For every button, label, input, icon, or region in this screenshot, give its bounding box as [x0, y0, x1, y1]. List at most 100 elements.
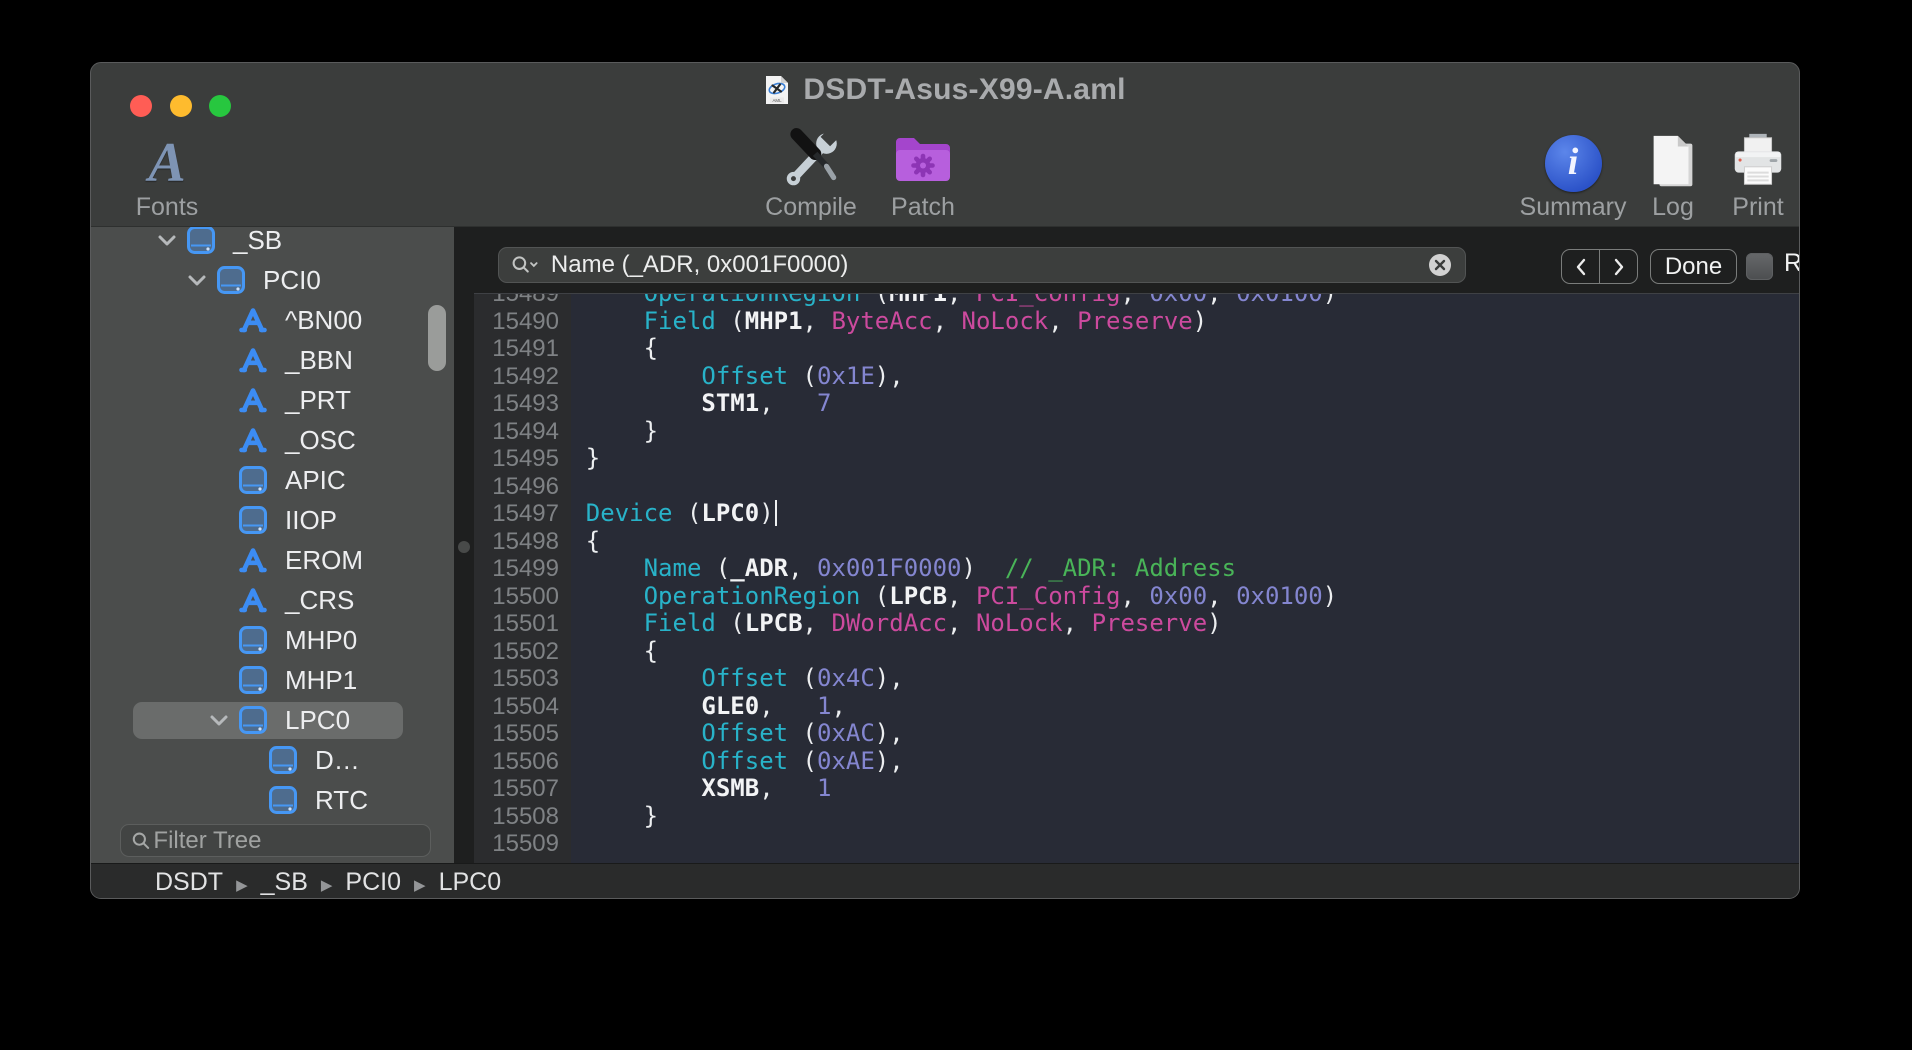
code-line[interactable]: } [528, 803, 1800, 831]
tree-item-MHP1[interactable]: MHP1 [91, 660, 454, 700]
code-line[interactable]: { [528, 335, 1800, 363]
chevron-right-icon [1611, 257, 1627, 277]
tree-item-MHP0[interactable]: MHP0 [91, 620, 454, 660]
tree-item-label: PCI0 [263, 265, 321, 296]
fonts-icon: A [148, 134, 185, 192]
chevron-spacer [206, 467, 232, 493]
chevron-spacer [236, 747, 262, 773]
tree-item-label: _BBN [285, 345, 353, 376]
search-icon [131, 830, 151, 852]
code-line[interactable]: } [528, 445, 1800, 473]
breadcrumb-separator-icon: ▶ [236, 877, 248, 894]
breadcrumb-item-PCI0[interactable]: PCI0 [345, 868, 401, 896]
breadcrumb-item-_SB[interactable]: _SB [261, 868, 308, 896]
method-icon [238, 545, 268, 575]
code-line[interactable]: STM1, 7 [528, 390, 1800, 418]
tree-item-_BBN[interactable]: _BBN [91, 340, 454, 380]
tree-item-PCI0[interactable]: PCI0 [91, 260, 454, 300]
chevron-spacer [206, 547, 232, 573]
method-icon [238, 345, 268, 375]
code-line[interactable]: Offset (0x1E), [528, 363, 1800, 391]
clear-search-icon[interactable] [1427, 252, 1453, 278]
fonts-button[interactable]: A Fonts [92, 134, 242, 222]
filter-tree-box [120, 824, 431, 857]
find-previous-button[interactable] [1562, 250, 1600, 283]
text-cursor [775, 500, 778, 526]
code-line[interactable]: Field (MHP1, ByteAcc, NoLock, Preserve) [528, 308, 1800, 336]
compile-tools-icon [778, 126, 844, 192]
device-icon [238, 625, 268, 655]
patch-folder-icon [891, 128, 955, 192]
code-line[interactable]: Device (LPC0) [528, 500, 1800, 528]
done-button[interactable]: Done [1650, 249, 1737, 284]
tree-item-EROM[interactable]: EROM [91, 540, 454, 580]
code-line[interactable]: Offset (0x4C), [528, 665, 1800, 693]
patch-label: Patch [891, 193, 955, 222]
chevron-spacer [206, 587, 232, 613]
code-line[interactable]: OperationRegion (LPCB, PCI_Config, 0x00,… [528, 583, 1800, 611]
tree-item-label: ^BN00 [285, 305, 362, 336]
sidebar-scrollbar[interactable] [428, 305, 446, 371]
replace-checkbox[interactable] [1746, 253, 1773, 280]
device-icon [238, 505, 268, 535]
tree-item-_SB[interactable]: _SB [91, 226, 454, 260]
code-line[interactable]: } [528, 418, 1800, 446]
code-line[interactable]: Offset (0xAE), [528, 748, 1800, 776]
filter-tree-input[interactable] [151, 826, 420, 856]
find-input[interactable] [549, 250, 1427, 280]
print-button[interactable]: Print [1683, 130, 1800, 222]
code-line[interactable]: { [528, 638, 1800, 666]
method-icon [238, 385, 268, 415]
chevron-spacer [236, 787, 262, 813]
code-line[interactable]: OperationRegion (MHP1, PCI_Config, 0x00,… [528, 294, 1800, 308]
tree-item-RTC[interactable]: RTC [91, 780, 454, 820]
breadcrumb-item-DSDT[interactable]: DSDT [155, 868, 223, 896]
breadcrumb-bar: DSDT▶_SB▶PCI0▶LPC0 [91, 863, 1799, 899]
code-line[interactable]: GLE0, 1, [528, 693, 1800, 721]
code-line[interactable] [528, 830, 1800, 858]
tree-item-APIC[interactable]: APIC [91, 460, 454, 500]
code-editor[interactable]: 1548915490154911549215493154941549515496… [474, 294, 1800, 864]
pane-splitter[interactable] [454, 226, 474, 863]
tree-item-label: IIOP [285, 505, 337, 536]
breadcrumb-item-LPC0[interactable]: LPC0 [439, 868, 502, 896]
chevron-left-icon [1573, 257, 1589, 277]
code-line[interactable]: Offset (0xAC), [528, 720, 1800, 748]
code-line[interactable]: XSMB, 1 [528, 775, 1800, 803]
tree-item-LPC0[interactable]: LPC0 [91, 700, 454, 740]
splitter-handle[interactable] [458, 541, 470, 553]
aml-document-icon: AML [764, 75, 790, 105]
tree-item-_OSC[interactable]: _OSC [91, 420, 454, 460]
find-next-button[interactable] [1600, 250, 1637, 283]
chevron-down-icon[interactable] [154, 227, 180, 253]
tree-item-^BN00[interactable]: ^BN00 [91, 300, 454, 340]
method-icon [238, 425, 268, 455]
find-bar: Done Replace [474, 227, 1800, 294]
editor-panel: Done Replace 154891549015491154921549315… [474, 226, 1800, 863]
patch-button[interactable]: Patch [848, 128, 998, 222]
chevron-spacer [206, 347, 232, 373]
tree-item-label: EROM [285, 545, 363, 576]
breadcrumb: DSDT▶_SB▶PCI0▶LPC0 [155, 868, 501, 897]
tree-item-_CRS[interactable]: _CRS [91, 580, 454, 620]
tree-item-label: LPC0 [285, 705, 350, 736]
device-icon [216, 265, 246, 295]
chevron-down-icon[interactable] [206, 707, 232, 733]
titlebar: AML DSDT-Asus-X99-A.aml [91, 63, 1799, 109]
device-icon [268, 745, 298, 775]
code-line[interactable]: Name (_ADR, 0x001F0000) // _ADR: Address [528, 555, 1800, 583]
find-field [498, 247, 1466, 283]
method-icon [238, 305, 268, 335]
svg-text:AML: AML [773, 98, 783, 103]
fonts-label: Fonts [136, 193, 199, 222]
search-menu-icon[interactable] [511, 254, 540, 276]
tree-item-IIOP[interactable]: IIOP [91, 500, 454, 540]
chevron-down-icon[interactable] [184, 267, 210, 293]
chevron-spacer [206, 307, 232, 333]
code-line[interactable] [528, 473, 1800, 501]
tree-item-label: RTC [315, 785, 368, 816]
code-line[interactable]: { [528, 528, 1800, 556]
code-line[interactable]: Field (LPCB, DWordAcc, NoLock, Preserve) [528, 610, 1800, 638]
tree-item-_PRT[interactable]: _PRT [91, 380, 454, 420]
tree-item-D[interactable]: D… [91, 740, 454, 780]
